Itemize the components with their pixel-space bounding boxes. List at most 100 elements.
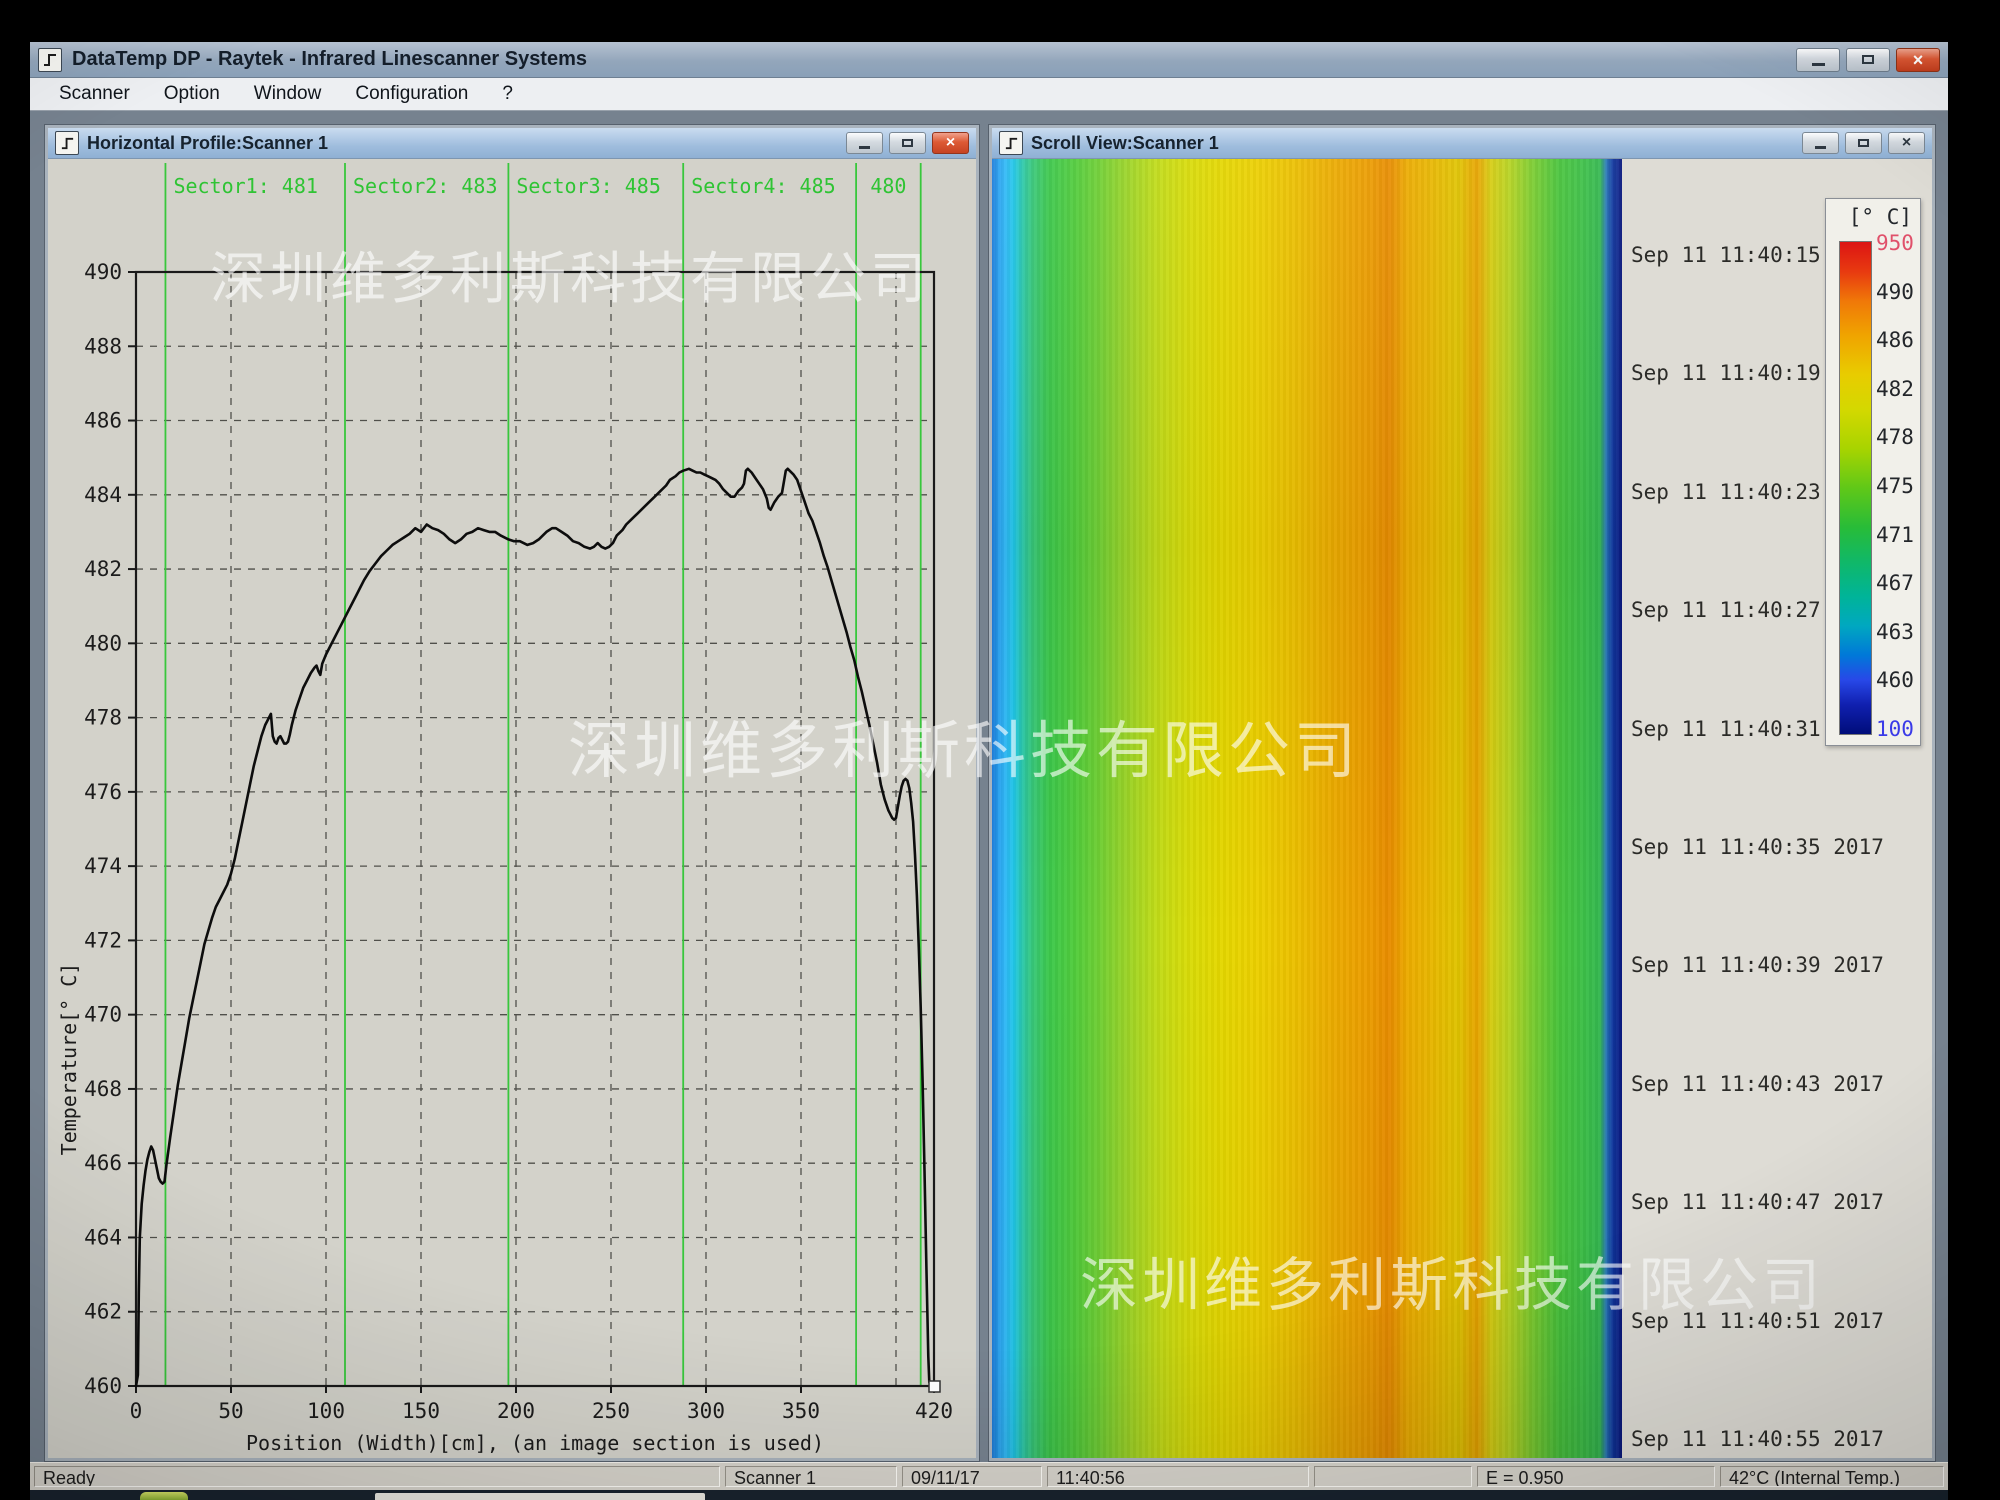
- legend-label: 490: [1876, 280, 1918, 304]
- legend-label: 486: [1876, 328, 1918, 352]
- main-titlebar[interactable]: DataTemp DP - Raytek - Infrared Linescan…: [30, 42, 1948, 78]
- restore-icon: [902, 139, 913, 147]
- close-icon: ×: [946, 135, 955, 151]
- y-tick-label: 476: [84, 780, 122, 804]
- menu-item-help[interactable]: ?: [485, 79, 530, 109]
- profile-titlebar[interactable]: Horizontal Profile:Scanner 1 ×: [48, 128, 976, 159]
- x-tick-label: 50: [218, 1399, 243, 1423]
- start-button[interactable]: [140, 1492, 188, 1500]
- y-tick-label: 474: [84, 854, 122, 878]
- x-tick-label: 300: [687, 1399, 725, 1423]
- x-tick-label: 250: [592, 1399, 630, 1423]
- heatmap[interactable]: [992, 159, 1622, 1458]
- legend-labels: 950 490 486 482 478 475 471 467 463 460 100: [1876, 231, 1918, 741]
- status-message: Ready: [34, 1466, 720, 1487]
- profile-window-title: Horizontal Profile:Scanner 1: [87, 133, 328, 154]
- profile-restore-button[interactable]: [889, 132, 926, 154]
- legend-label: 100: [1876, 717, 1918, 741]
- status-cell: [1314, 1466, 1472, 1487]
- x-tick-label: 150: [402, 1399, 440, 1423]
- legend-label: 478: [1876, 425, 1918, 449]
- y-tick-label: 478: [84, 706, 122, 730]
- y-tick-label: 472: [84, 928, 122, 952]
- minimize-icon: [859, 146, 870, 149]
- x-tick-label: 350: [782, 1399, 820, 1423]
- sector-label: Sector4: 485: [691, 174, 836, 198]
- plot-border: [136, 272, 934, 1386]
- taskbar-button[interactable]: [375, 1493, 705, 1500]
- scroll-view-window-icon: [999, 131, 1023, 155]
- menu-item-window[interactable]: Window: [237, 79, 339, 109]
- app-icon: [38, 48, 62, 72]
- restore-icon: [1862, 55, 1874, 64]
- x-tick-label: 200: [497, 1399, 535, 1423]
- status-cell: 09/11/17: [902, 1466, 1042, 1487]
- legend-label: 467: [1876, 571, 1918, 595]
- minimize-icon: [1815, 146, 1826, 149]
- profile-close-button[interactable]: ×: [932, 132, 969, 154]
- scroll-view-window: Scroll View:Scanner 1 × Sep 11 11:40:15 …: [988, 124, 1936, 1462]
- scan-timestamp: Sep 11 11:40:43 2017: [1631, 1072, 1884, 1096]
- y-tick-label: 486: [84, 409, 122, 433]
- status-bar: ReadyScanner 109/11/1711:40:56E = 0.9504…: [30, 1462, 1948, 1490]
- legend-label: 950: [1876, 231, 1918, 255]
- restore-icon: [1858, 139, 1869, 147]
- sector-label: Sector1: 481: [173, 174, 318, 198]
- scroll-view-close-button[interactable]: ×: [1888, 132, 1925, 154]
- restore-button[interactable]: [1846, 48, 1890, 72]
- legend-label: 460: [1876, 668, 1918, 692]
- scroll-view-content: Sep 11 11:40:15 201Sep 11 11:40:19 201Se…: [992, 159, 1932, 1458]
- menu-item-option[interactable]: Option: [147, 79, 237, 109]
- horizontal-profile-window: Horizontal Profile:Scanner 1 × 490 488 486…: [44, 124, 980, 1462]
- menu-item-scanner[interactable]: Scanner: [42, 79, 147, 109]
- y-tick-label: 468: [84, 1077, 122, 1101]
- sector-label: Sector3: 485: [516, 174, 661, 198]
- scan-timestamp: Sep 11 11:40:39 2017: [1631, 953, 1884, 977]
- close-button[interactable]: ×: [1896, 48, 1940, 72]
- scroll-view-restore-button[interactable]: [1845, 132, 1882, 154]
- y-tick-label: 466: [84, 1151, 122, 1175]
- menu-item-configuration[interactable]: Configuration: [338, 79, 485, 109]
- legend-label: 482: [1876, 377, 1918, 401]
- scan-timestamp: Sep 11 11:40:51 2017: [1631, 1309, 1884, 1333]
- minimize-icon: [1812, 63, 1825, 66]
- scroll-view-titlebar[interactable]: Scroll View:Scanner 1 ×: [992, 128, 1932, 159]
- legend-label: 475: [1876, 474, 1918, 498]
- x-axis-label: Position (Width)[cm], (an image section …: [246, 1431, 824, 1455]
- scroll-view-window-title: Scroll View:Scanner 1: [1031, 133, 1219, 154]
- status-cell: 11:40:56: [1047, 1466, 1309, 1487]
- y-tick-label: 480: [84, 631, 122, 655]
- y-tick-label: 460: [84, 1374, 122, 1398]
- x-tick-label: 0: [130, 1399, 143, 1423]
- scan-timestamp: Sep 11 11:40:47 2017: [1631, 1190, 1884, 1214]
- y-tick-label: 470: [84, 1003, 122, 1027]
- profile-chart: 490 488 486 484 482 480 478 476 474 472 470 468 466 4…: [48, 159, 976, 1458]
- window-title: DataTemp DP - Raytek - Infrared Linescan…: [72, 48, 587, 71]
- legend-label: 463: [1876, 620, 1918, 644]
- taskbar: [30, 1490, 1948, 1500]
- y-tick-label: 490: [84, 260, 122, 284]
- axis-handle: [929, 1381, 940, 1392]
- scan-timestamp: Sep 11 11:40:55 2017: [1631, 1427, 1884, 1451]
- close-icon: ×: [1913, 51, 1924, 69]
- y-tick-label: 488: [84, 334, 122, 358]
- x-tick-label: 420: [915, 1399, 953, 1423]
- profile-window-icon: [55, 131, 79, 155]
- close-icon: ×: [1902, 135, 1911, 151]
- status-cell: E = 0.950: [1477, 1466, 1715, 1487]
- y-tick-label: 484: [84, 483, 122, 507]
- scroll-view-minimize-button[interactable]: [1802, 132, 1839, 154]
- legend-gradient-bar: [1839, 241, 1872, 735]
- minimize-button[interactable]: [1796, 48, 1840, 72]
- legend-unit-label: [° C]: [1849, 205, 1912, 229]
- profile-minimize-button[interactable]: [846, 132, 883, 154]
- menu-bar: ScannerOptionWindowConfiguration?: [30, 78, 1948, 111]
- y-axis-label: Temperature[° C]: [57, 963, 81, 1156]
- legend-label: 471: [1876, 523, 1918, 547]
- profile-chart-area: 490 488 486 484 482 480 478 476 474 472 470 468 466 4…: [48, 159, 976, 1458]
- y-tick-label: 482: [84, 557, 122, 581]
- sector-extra-value: 480: [870, 174, 906, 198]
- status-cell: 42°C (Internal Temp.): [1720, 1466, 1944, 1487]
- sector-label: Sector2: 483: [353, 174, 498, 198]
- x-tick-label: 100: [307, 1399, 345, 1423]
